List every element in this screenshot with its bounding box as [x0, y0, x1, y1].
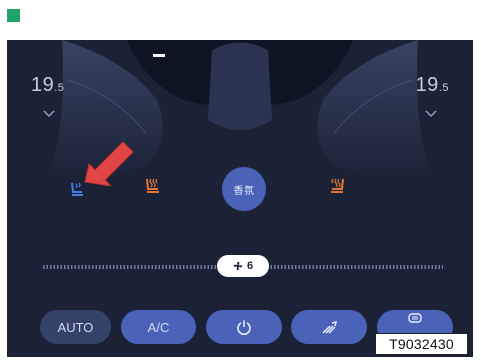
- auto-button[interactable]: AUTO: [40, 310, 111, 344]
- fragrance-button-label: 香氛: [233, 185, 255, 197]
- front-defrost-button[interactable]: [291, 310, 367, 344]
- rear-window-defrost-icon: [408, 313, 422, 323]
- left-seat-heating-icon[interactable]: [143, 177, 163, 195]
- right-temperature-decimal: .5: [438, 82, 449, 94]
- fan-icon: [233, 261, 243, 271]
- auto-button-label: AUTO: [57, 319, 94, 335]
- windshield-defrost-icon: [322, 320, 338, 334]
- fragrance-button[interactable]: 香氛: [222, 167, 266, 211]
- left-temperature-value: 19: [31, 74, 55, 96]
- climate-screen: 19.5 19.5 香氛 6 AUTO A/C: [7, 40, 473, 357]
- light-indicator: [153, 54, 165, 57]
- car-seats-image: [7, 40, 473, 180]
- left-temperature-decimal: .5: [54, 82, 65, 94]
- right-seat-heating-icon[interactable]: [327, 177, 347, 195]
- power-button[interactable]: [206, 310, 282, 344]
- fan-speed-thumb[interactable]: 6: [217, 255, 269, 277]
- figure-code-label: T9032430: [375, 333, 468, 355]
- right-temperature-value: 19: [415, 74, 439, 96]
- ac-button-label: A/C: [147, 319, 170, 335]
- left-temperature: 19.5: [31, 74, 64, 97]
- chevron-down-icon[interactable]: [43, 110, 55, 118]
- ac-button[interactable]: A/C: [121, 310, 196, 344]
- right-temperature: 19.5: [416, 74, 449, 97]
- chevron-down-icon[interactable]: [425, 110, 437, 118]
- figure-code-text: T9032430: [389, 336, 454, 352]
- red-arrow-icon: [84, 141, 134, 186]
- fan-speed-label: 6: [246, 260, 254, 272]
- power-icon: [237, 320, 251, 335]
- green-marker: [7, 9, 20, 22]
